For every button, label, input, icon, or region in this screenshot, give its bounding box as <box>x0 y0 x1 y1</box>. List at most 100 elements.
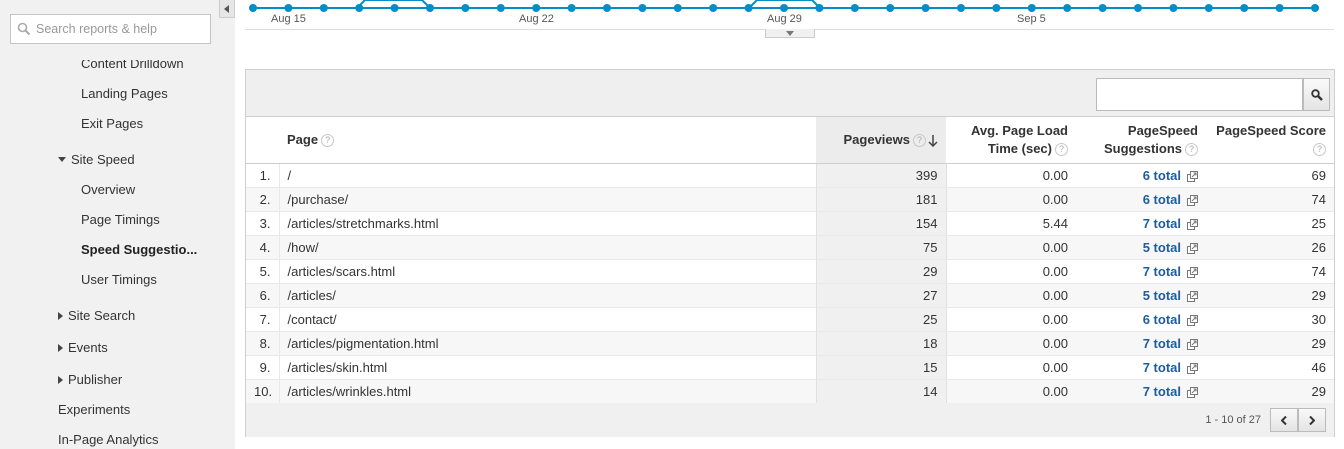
table-filter-input[interactable] <box>1096 78 1303 111</box>
timeline-point[interactable] <box>249 4 257 12</box>
row-index: 2. <box>246 187 280 212</box>
timeline-point[interactable] <box>992 4 1001 12</box>
timeline-point[interactable] <box>921 4 930 12</box>
help-icon[interactable]: ? <box>913 134 926 148</box>
sidebar-item-content-drilldown[interactable]: Content Drilldown <box>81 60 184 72</box>
col-page-header[interactable]: Page? <box>279 117 816 164</box>
collapsed-arrow-icon <box>58 343 63 352</box>
timeline-point[interactable] <box>284 4 293 12</box>
help-icon[interactable]: ? <box>1185 142 1198 156</box>
page-link[interactable]: /articles/pigmentation.html <box>279 331 816 356</box>
next-page-button[interactable] <box>1298 408 1326 432</box>
sidebar-item-speed-suggestio[interactable]: Speed Suggestio... <box>81 242 197 258</box>
suggestions-link[interactable]: 7 total <box>1143 216 1181 231</box>
timeline-chart[interactable]: Aug 15 Aug 22 Aug 29 Sep 5 <box>245 0 1334 40</box>
sidebar-item-page-timings[interactable]: Page Timings <box>81 212 160 228</box>
timeline-point[interactable] <box>850 4 859 12</box>
suggestions-link[interactable]: 5 total <box>1143 240 1181 255</box>
suggestions-link[interactable]: 6 total <box>1143 312 1181 327</box>
timeline-point[interactable] <box>567 4 576 12</box>
timeline-point[interactable] <box>426 4 434 12</box>
timeline-point[interactable] <box>638 4 647 12</box>
timeline-point[interactable] <box>319 4 328 12</box>
col-page-label: Page <box>287 132 319 148</box>
timeline-toggle-button[interactable] <box>765 29 815 38</box>
timeline-point[interactable] <box>1027 4 1036 12</box>
suggestions-link[interactable]: 6 total <box>1143 168 1181 183</box>
sidebar-collapse-button[interactable] <box>219 0 235 18</box>
timeline-point[interactable] <box>1169 4 1178 12</box>
suggestions-link[interactable]: 7 total <box>1143 336 1181 351</box>
external-link-icon[interactable] <box>1187 386 1198 398</box>
page-link[interactable]: /contact/ <box>279 307 816 332</box>
suggestions-link[interactable]: 7 total <box>1143 264 1181 279</box>
page-link[interactable]: /articles/skin.html <box>279 355 816 380</box>
row-index: 4. <box>246 235 280 260</box>
suggestions-link[interactable]: 6 total <box>1143 192 1181 207</box>
external-link-icon[interactable] <box>1187 218 1198 230</box>
timeline-point[interactable] <box>744 4 753 12</box>
timeline-point[interactable] <box>673 4 682 12</box>
timeline-point[interactable] <box>957 4 965 12</box>
prev-page-button[interactable] <box>1270 408 1298 432</box>
timeline-point[interactable] <box>1063 4 1072 12</box>
timeline-point[interactable] <box>461 4 470 12</box>
col-score-header[interactable]: PageSpeed Score ? <box>1206 117 1334 164</box>
timeline-point[interactable] <box>1204 4 1213 12</box>
sidebar-item-publisher[interactable]: Publisher <box>58 372 122 388</box>
search-input[interactable]: Search reports & help <box>10 14 211 44</box>
sidebar-item-in-page-analytics[interactable]: In-Page Analytics <box>58 432 158 448</box>
help-icon[interactable]: ? <box>1313 142 1326 156</box>
timeline-point[interactable] <box>496 4 505 12</box>
help-icon[interactable]: ? <box>1055 142 1068 156</box>
page-link[interactable]: /articles/stretchmarks.html <box>279 211 816 236</box>
external-link-icon[interactable] <box>1187 314 1198 326</box>
col-suggestions-header[interactable]: PageSpeed Suggestions? <box>1076 117 1206 164</box>
sidebar-item-user-timings[interactable]: User Timings <box>81 272 157 288</box>
external-link-icon[interactable] <box>1187 362 1198 374</box>
page-link[interactable]: /articles/wrinkles.html <box>279 379 816 404</box>
timeline-point[interactable] <box>355 4 364 12</box>
page-link[interactable]: /how/ <box>279 235 816 260</box>
table-filter-button[interactable] <box>1303 78 1330 111</box>
sidebar-item-experiments[interactable]: Experiments <box>58 402 130 418</box>
timeline-point[interactable] <box>1311 4 1319 12</box>
pageviews-value: 27 <box>815 283 947 308</box>
suggestions-link[interactable]: 7 total <box>1143 360 1181 375</box>
external-link-icon[interactable] <box>1187 290 1198 302</box>
sidebar-item-site-speed[interactable]: Site Speed <box>58 152 135 168</box>
col-pageviews-header[interactable]: Pageviews? <box>816 117 946 164</box>
timeline-point[interactable] <box>1098 4 1107 12</box>
suggestions-link[interactable]: 7 total <box>1143 384 1181 399</box>
page-link[interactable]: / <box>279 163 816 188</box>
sidebar-item-site-search[interactable]: Site Search <box>58 308 135 324</box>
external-link-icon[interactable] <box>1187 242 1198 254</box>
sidebar-item-landing-pages[interactable]: Landing Pages <box>81 86 168 102</box>
external-link-icon[interactable] <box>1187 194 1198 206</box>
page-link[interactable]: /articles/scars.html <box>279 259 816 284</box>
timeline-point[interactable] <box>390 4 399 12</box>
load-time-value: 0.00 <box>946 187 1076 212</box>
external-link-icon[interactable] <box>1187 170 1198 182</box>
timeline-point[interactable] <box>1240 4 1249 12</box>
timeline-point[interactable] <box>603 4 611 12</box>
timeline-point[interactable] <box>532 4 541 12</box>
external-link-icon[interactable] <box>1187 266 1198 278</box>
page-link[interactable]: /articles/ <box>279 283 816 308</box>
page-link[interactable]: /purchase/ <box>279 187 816 212</box>
timeline-point[interactable] <box>1134 4 1142 12</box>
timeline-point[interactable] <box>709 4 718 12</box>
load-time-value: 0.00 <box>946 307 1076 332</box>
timeline-point[interactable] <box>1275 4 1284 12</box>
sidebar-item-exit-pages[interactable]: Exit Pages <box>81 116 143 132</box>
timeline-point[interactable] <box>815 4 824 12</box>
timeline-point[interactable] <box>886 4 895 12</box>
sidebar-item-overview[interactable]: Overview <box>81 182 135 198</box>
sidebar-item-events[interactable]: Events <box>58 340 108 356</box>
col-load-time-header[interactable]: Avg. Page Load Time (sec)? <box>946 117 1076 164</box>
suggestions-link[interactable]: 5 total <box>1143 288 1181 303</box>
help-icon[interactable]: ? <box>321 134 335 148</box>
timeline-point[interactable] <box>780 4 788 12</box>
external-link-icon[interactable] <box>1187 338 1198 350</box>
search-icon <box>1310 88 1323 101</box>
